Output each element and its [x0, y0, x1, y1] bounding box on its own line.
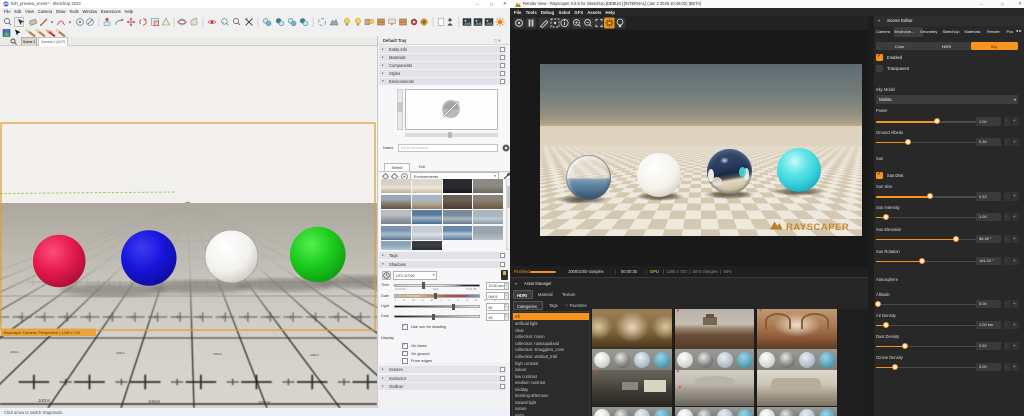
svg-text:123: 123 [47, 30, 53, 34]
svg-text:RAYSCAPER: RAYSCAPER [786, 222, 849, 233]
svg-text:100cm: 100cm [258, 400, 271, 405]
svg-text:100cm: 100cm [148, 399, 161, 404]
svg-text:100cm: 100cm [213, 352, 223, 356]
svg-text:Rayscaper Camera: Perspective: Rayscaper Camera: Perspective | 1280 x 7… [4, 331, 81, 335]
svg-text:100cm: 100cm [116, 351, 126, 355]
svg-text:100cm: 100cm [38, 398, 51, 403]
svg-text:100cm: 100cm [310, 353, 320, 357]
svg-text:100cm: 100cm [10, 350, 20, 354]
svg-text:+: + [223, 20, 225, 24]
